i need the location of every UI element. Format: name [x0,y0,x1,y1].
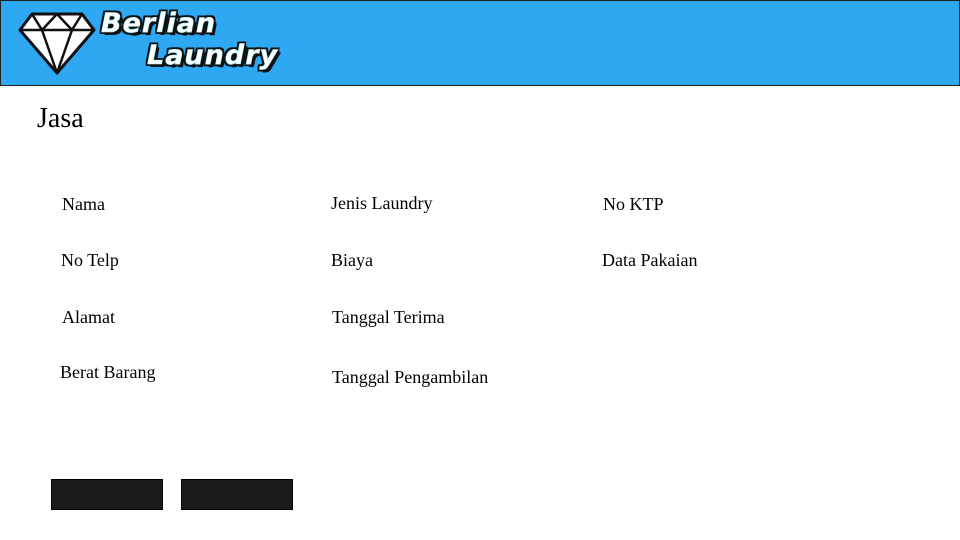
logo-text-line2: Laundry [147,40,279,71]
label-jenis-laundry: Jenis Laundry [331,193,433,213]
label-tanggal-pengambilan: Tanggal Pengambilan [332,367,489,387]
label-no-ktp: No KTP [603,194,664,214]
label-data-pakaian: Data Pakaian [602,250,698,270]
action-button-2[interactable] [181,479,293,510]
label-tanggal-terima: Tanggal Terima [332,307,445,327]
app-header: Berlian Laundry [0,0,960,86]
page-title: Jasa [37,103,84,134]
logo-text-line1: Berlian [101,8,217,39]
diamond-icon [18,12,96,75]
label-biaya: Biaya [331,250,373,270]
label-alamat: Alamat [62,307,115,327]
label-berat-barang: Berat Barang [60,362,156,382]
action-button-1[interactable] [51,479,163,510]
label-no-telp: No Telp [61,250,119,270]
label-nama: Nama [62,194,105,214]
